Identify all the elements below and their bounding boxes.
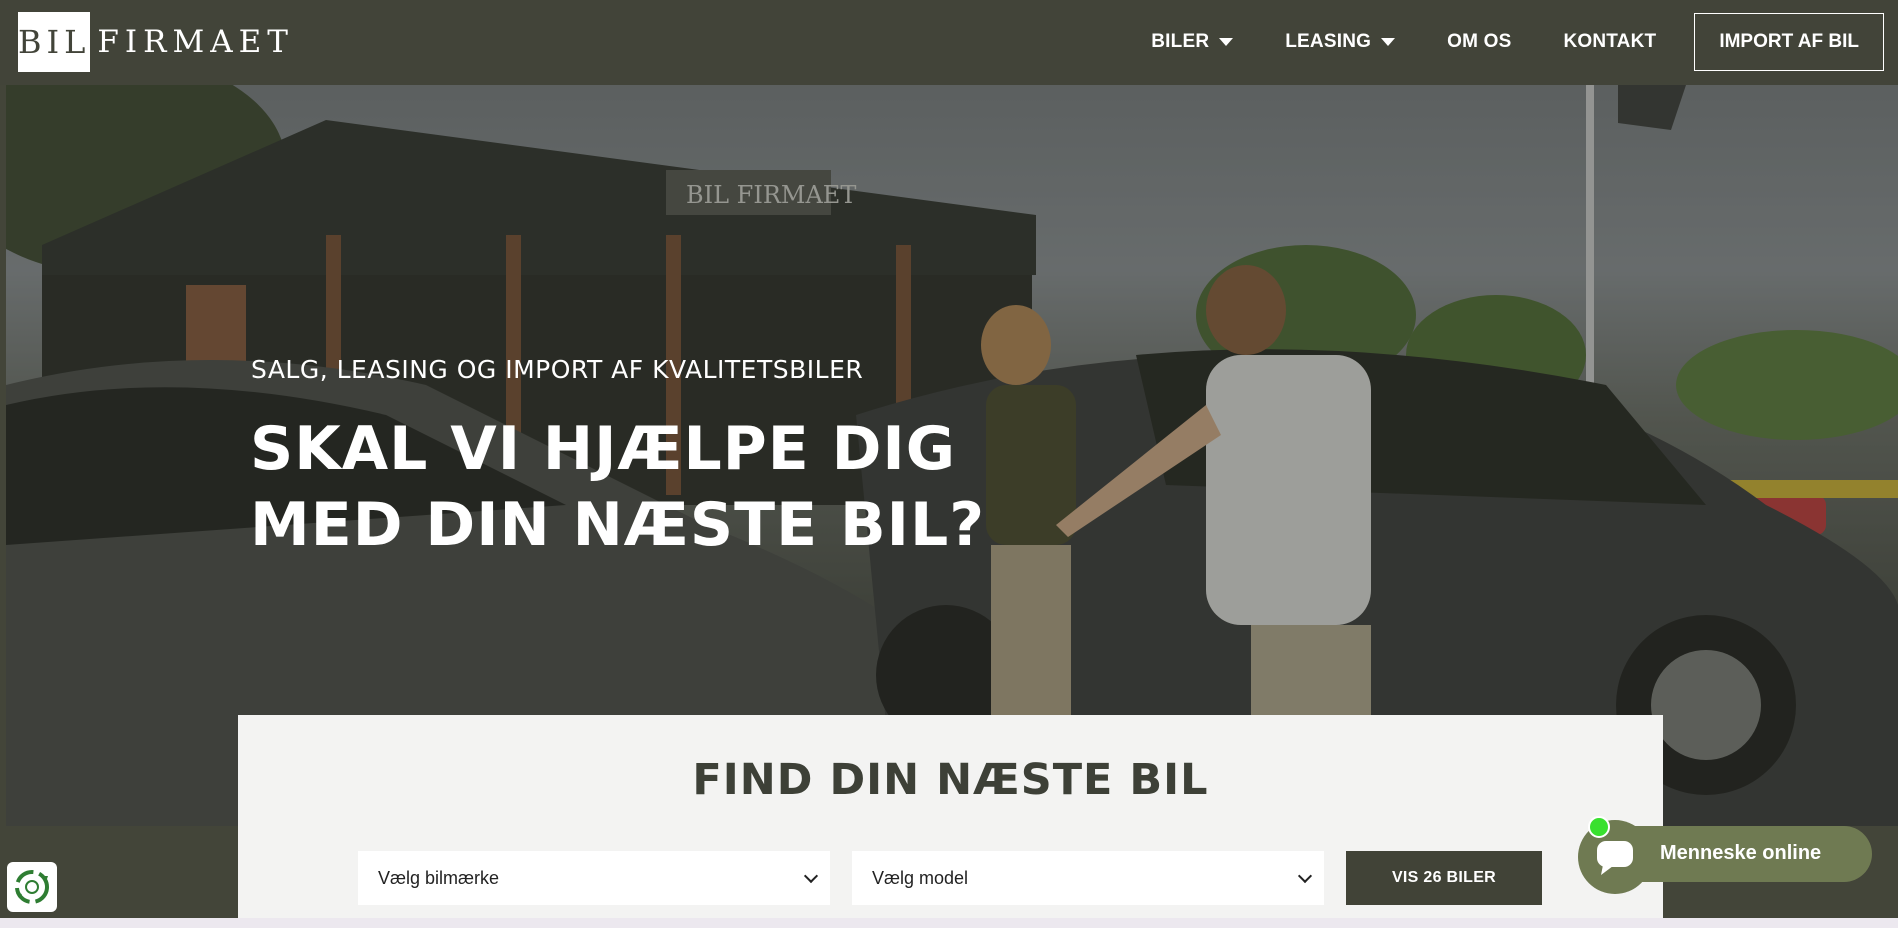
chevron-down-icon [1297,868,1313,883]
hero-eyebrow: SALG, LEASING OG IMPORT AF KVALITETSBILE… [251,355,864,384]
show-cars-button[interactable]: VIS 26 BILER [1346,851,1542,905]
logo-box: BIL [18,12,91,72]
model-select-value: Vælg model [872,867,969,888]
chat-widget[interactable]: Menneske online [1578,816,1872,894]
brand-select-value: Vælg bilmærke [378,867,500,888]
nav-item-om-os[interactable]: OM OS [1447,31,1511,53]
logo-word: FIRMAET [97,24,294,60]
nav-item-label: OM OS [1447,31,1512,52]
nav-item-label: KONTAKT [1563,31,1657,52]
nav-item-label: LEASING [1285,31,1372,52]
main-nav: BILER LEASING OM OS KONTAKT IMPORT AF BI… [1099,12,1884,72]
recycle-icon [15,870,49,904]
model-select[interactable]: Vælg model [852,851,1324,905]
online-status-dot [1588,816,1610,838]
import-af-bil-button[interactable]: IMPORT AF BIL [1694,13,1884,71]
nav-item-label: BILER [1151,31,1210,52]
nav-item-leasing[interactable]: LEASING [1285,31,1396,53]
page-bottom-edge [0,918,1898,928]
brand-select[interactable]: Vælg bilmærke [358,851,830,905]
cookie-settings-button[interactable] [7,862,57,912]
hero-title-line: MED DIN NÆSTE BIL? [250,490,986,560]
chevron-down-icon [803,868,819,883]
page: BIL FIRMAET BILER LEASING OM OS KONTAKT … [0,0,1898,928]
chevron-down-icon [1219,38,1234,46]
chat-label: Menneske online [1660,842,1822,864]
search-title: FIND DIN NÆSTE BIL [692,755,1209,805]
hero-title: SKAL VI HJÆLPE DIG MED DIN NÆSTE BIL? [250,411,1050,563]
site-logo[interactable]: BIL FIRMAET [18,12,288,72]
chat-bubble-icon [1597,841,1633,875]
chevron-down-icon [1381,38,1396,46]
hero-title-line: SKAL VI HJÆLPE DIG [250,414,957,484]
nav-item-biler[interactable]: BILER [1151,31,1234,53]
nav-item-kontakt[interactable]: KONTAKT [1563,31,1656,53]
site-header: BIL FIRMAET BILER LEASING OM OS KONTAKT … [0,0,1898,85]
car-search-panel: FIND DIN NÆSTE BIL Vælg bilmærke Vælg mo… [238,715,1663,928]
